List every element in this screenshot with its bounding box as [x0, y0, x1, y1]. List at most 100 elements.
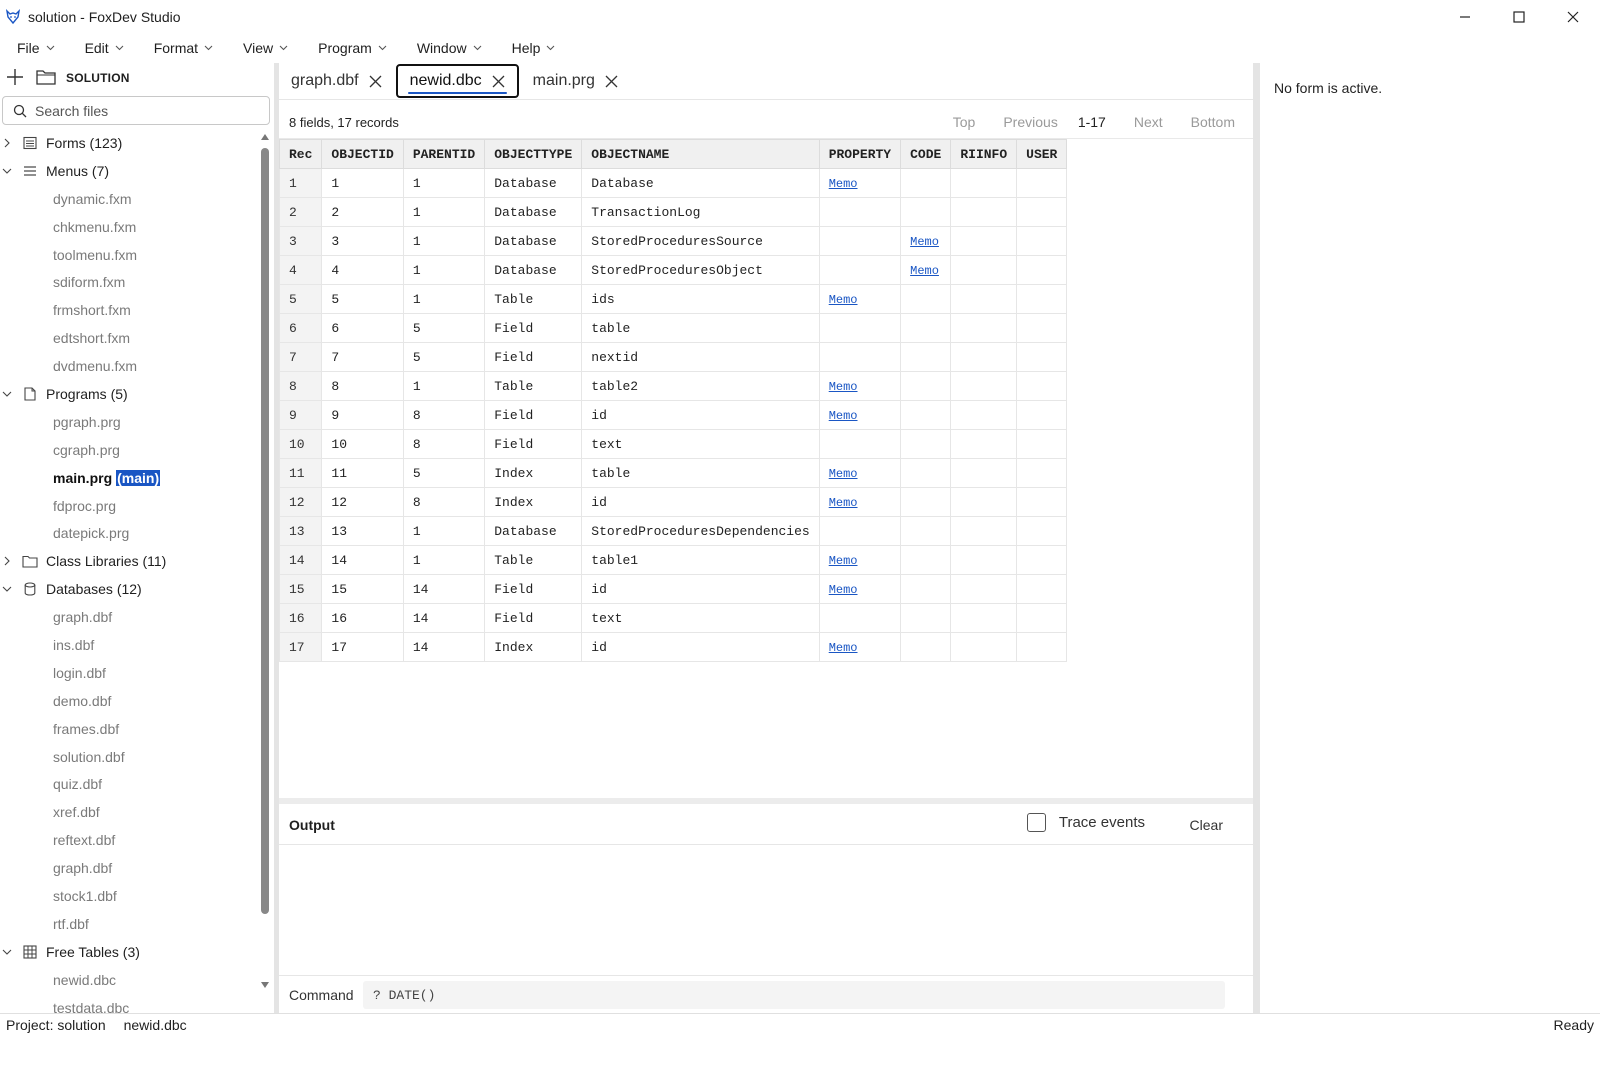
table-cell[interactable] [818, 429, 902, 459]
tree-item[interactable]: sdiform.fxm [0, 268, 260, 296]
table-cell[interactable]: 7 [321, 342, 404, 372]
table-cell[interactable] [1016, 342, 1068, 372]
search-input[interactable] [35, 102, 255, 119]
table-cell[interactable] [1016, 313, 1068, 343]
record-number-cell[interactable]: 9 [278, 400, 323, 430]
table-cell[interactable]: 1 [402, 516, 486, 546]
table-cell[interactable]: table2 [581, 371, 820, 401]
column-header[interactable]: CODE [900, 139, 952, 169]
chevron-right-icon[interactable] [0, 138, 14, 148]
table-cell[interactable]: 10 [321, 429, 404, 459]
table-cell[interactable]: 9 [321, 400, 404, 430]
tree-group-class-libraries[interactable]: Class Libraries (11) [0, 547, 260, 575]
table-cell[interactable] [950, 255, 1018, 285]
table-cell[interactable] [818, 197, 902, 227]
record-number-cell[interactable]: 1 [278, 168, 323, 198]
table-cell[interactable]: StoredProceduresObject [581, 255, 820, 285]
tree-item[interactable]: chkmenu.fxm [0, 213, 260, 241]
table-cell[interactable] [950, 168, 1018, 198]
table-cell[interactable]: 3 [321, 226, 404, 256]
table-cell[interactable]: 14 [321, 545, 404, 575]
table-cell[interactable]: Field [484, 574, 583, 604]
table-cell[interactable] [1016, 255, 1068, 285]
column-header[interactable]: OBJECTNAME [581, 139, 820, 169]
table-cell[interactable] [900, 342, 952, 372]
table-cell[interactable] [1016, 168, 1068, 198]
table-row[interactable]: 8 8 1 Table table2 Memo [278, 371, 1068, 401]
record-number-cell[interactable]: 10 [278, 429, 323, 459]
menu-program[interactable]: Program [309, 35, 396, 61]
memo-link[interactable]: Memo [829, 409, 858, 423]
tree-item[interactable]: datepick.prg [0, 519, 260, 547]
table-cell[interactable]: table [581, 313, 820, 343]
table-row[interactable]: 16 16 14 Field text [278, 603, 1068, 633]
table-cell[interactable]: Memo [818, 632, 902, 662]
table-cell[interactable]: ids [581, 284, 820, 314]
memo-link[interactable]: Memo [829, 641, 858, 655]
table-cell[interactable]: StoredProceduresSource [581, 226, 820, 256]
table-cell[interactable]: table1 [581, 545, 820, 575]
maximize-button[interactable] [1492, 0, 1546, 33]
record-number-cell[interactable]: 11 [278, 458, 323, 488]
table-row[interactable]: 11 11 5 Index table Memo [278, 458, 1068, 488]
table-cell[interactable]: 1 [402, 168, 486, 198]
tree-item[interactable]: frames.dbf [0, 715, 260, 743]
table-cell[interactable] [818, 226, 902, 256]
table-cell[interactable]: TransactionLog [581, 197, 820, 227]
pager-top-button[interactable]: Top [953, 114, 976, 130]
tree-item[interactable]: cgraph.prg [0, 436, 260, 464]
table-cell[interactable]: Database [484, 168, 583, 198]
tab-newid-dbc[interactable]: newid.dbc [395, 64, 519, 98]
trace-events-checkbox[interactable] [1026, 813, 1046, 832]
table-cell[interactable]: Memo [818, 284, 902, 314]
table-cell[interactable]: 17 [321, 632, 404, 662]
table-cell[interactable]: 16 [321, 603, 404, 633]
tab-graph-dbf[interactable]: graph.dbf [279, 64, 394, 98]
table-row[interactable]: 2 2 1 Database TransactionLog [278, 197, 1068, 227]
tree-item[interactable]: login.dbf [0, 659, 260, 687]
table-cell[interactable]: id [581, 487, 820, 517]
table-cell[interactable]: 5 [402, 313, 486, 343]
table-cell[interactable] [900, 313, 952, 343]
table-cell[interactable]: 8 [402, 400, 486, 430]
table-cell[interactable]: StoredProceduresDependencies [581, 516, 820, 546]
table-cell[interactable]: Database [484, 255, 583, 285]
tree-item[interactable]: fdproc.prg [0, 492, 260, 520]
table-cell[interactable] [950, 371, 1018, 401]
memo-link[interactable]: Memo [910, 235, 939, 249]
record-number-cell[interactable]: 14 [278, 545, 323, 575]
table-cell[interactable]: 14 [402, 603, 486, 633]
table-cell[interactable] [1016, 400, 1068, 430]
table-cell[interactable]: Memo [818, 400, 902, 430]
table-cell[interactable]: id [581, 574, 820, 604]
memo-link[interactable]: Memo [910, 264, 939, 278]
table-cell[interactable] [900, 574, 952, 604]
table-cell[interactable]: 1 [402, 284, 486, 314]
table-row[interactable]: 15 15 14 Field id Memo [278, 574, 1068, 604]
table-cell[interactable] [900, 516, 952, 546]
table-cell[interactable]: Memo [900, 255, 952, 285]
table-cell[interactable] [950, 400, 1018, 430]
scroll-thumb[interactable] [261, 148, 269, 914]
table-cell[interactable]: Database [581, 168, 820, 198]
tree-item[interactable]: ins.dbf [0, 631, 260, 659]
table-cell[interactable]: Field [484, 429, 583, 459]
table-cell[interactable]: 5 [402, 342, 486, 372]
table-cell[interactable] [1016, 516, 1068, 546]
table-cell[interactable]: Memo [900, 226, 952, 256]
table-cell[interactable] [950, 284, 1018, 314]
table-cell[interactable] [900, 458, 952, 488]
table-cell[interactable] [1016, 429, 1068, 459]
column-header[interactable]: OBJECTTYPE [484, 139, 583, 169]
table-cell[interactable] [950, 574, 1018, 604]
table-cell[interactable]: 11 [321, 458, 404, 488]
tree-group-menus[interactable]: Menus (7) [0, 157, 260, 185]
table-cell[interactable]: Index [484, 458, 583, 488]
folder-icon[interactable] [36, 69, 56, 88]
tree-item[interactable]: rtf.dbf [0, 910, 260, 938]
record-number-cell[interactable]: 6 [278, 313, 323, 343]
table-cell[interactable] [950, 487, 1018, 517]
record-number-cell[interactable]: 3 [278, 226, 323, 256]
table-cell[interactable]: Field [484, 400, 583, 430]
table-cell[interactable] [1016, 226, 1068, 256]
